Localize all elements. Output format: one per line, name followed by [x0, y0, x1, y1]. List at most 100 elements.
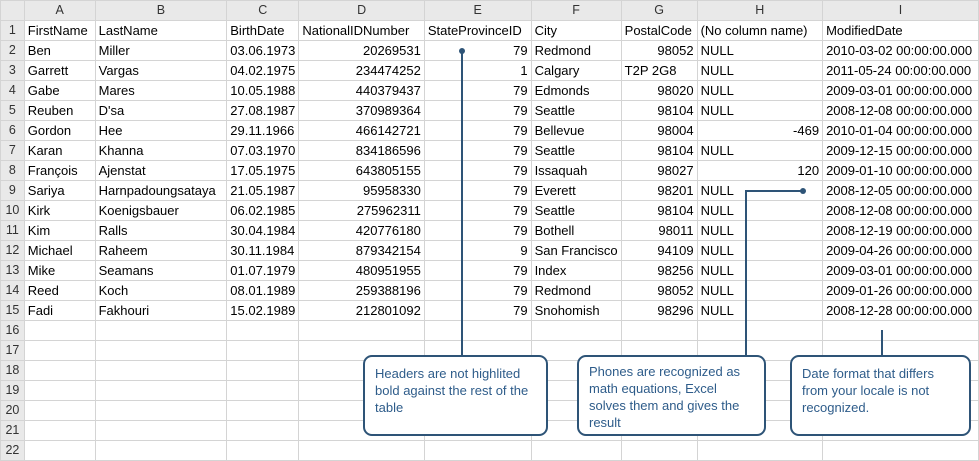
data-cell[interactable]: Koch [94, 280, 228, 301]
data-cell[interactable]: 94109 [620, 240, 698, 261]
data-cell[interactable]: 2010-03-02 00:00:00.000 [822, 40, 979, 61]
data-cell[interactable]: 212801092 [298, 300, 425, 321]
data-cell[interactable]: 15.02.1989 [226, 300, 300, 321]
data-cell[interactable]: 08.01.1989 [226, 280, 300, 301]
row-header[interactable]: 6 [0, 120, 25, 141]
row-header[interactable]: 13 [0, 260, 25, 281]
data-cell[interactable]: 79 [423, 220, 532, 241]
data-cell[interactable]: 2011-05-24 00:00:00.000 [822, 60, 979, 81]
data-cell[interactable]: -469 [696, 120, 824, 141]
empty-cell[interactable] [94, 360, 228, 381]
data-cell[interactable]: 29.11.1966 [226, 120, 300, 141]
data-cell[interactable]: 2009-03-01 00:00:00.000 [822, 260, 979, 281]
column-header-a[interactable]: A [23, 0, 96, 21]
data-cell[interactable]: Ralls [94, 220, 228, 241]
row-header[interactable]: 14 [0, 280, 25, 301]
data-cell[interactable]: 98296 [620, 300, 698, 321]
data-cell[interactable]: 98104 [620, 100, 698, 121]
empty-cell[interactable] [94, 420, 228, 441]
empty-cell[interactable] [226, 400, 300, 421]
column-header-h[interactable]: H [696, 0, 824, 21]
row-header[interactable]: 20 [0, 400, 25, 421]
empty-cell[interactable] [226, 420, 300, 441]
data-cell[interactable]: 2009-03-01 00:00:00.000 [822, 80, 979, 101]
data-cell[interactable]: Sariya [23, 180, 96, 201]
empty-cell[interactable] [620, 320, 698, 341]
data-cell[interactable]: 30.04.1984 [226, 220, 300, 241]
data-cell[interactable]: 79 [423, 160, 532, 181]
data-cell[interactable]: 79 [423, 200, 532, 221]
data-cell[interactable]: 98256 [620, 260, 698, 281]
data-cell[interactable]: Everett [530, 180, 622, 201]
data-cell[interactable]: 2010-01-04 00:00:00.000 [822, 120, 979, 141]
data-cell[interactable]: 79 [423, 40, 532, 61]
header-cell[interactable]: BirthDate [226, 20, 300, 41]
data-cell[interactable]: 79 [423, 260, 532, 281]
data-cell[interactable]: Ajenstat [94, 160, 228, 181]
header-cell[interactable]: PostalCode [620, 20, 698, 41]
column-header-c[interactable]: C [226, 0, 300, 21]
data-cell[interactable]: 21.05.1987 [226, 180, 300, 201]
data-cell[interactable]: Issaquah [530, 160, 622, 181]
data-cell[interactable]: 10.05.1988 [226, 80, 300, 101]
header-cell[interactable]: ModifiedDate [822, 20, 979, 41]
data-cell[interactable]: Mares [94, 80, 228, 101]
column-header-i[interactable]: I [822, 0, 979, 21]
data-cell[interactable]: 9 [423, 240, 532, 261]
row-header[interactable]: 1 [0, 20, 25, 41]
column-header-f[interactable]: F [530, 0, 622, 21]
data-cell[interactable]: 79 [423, 180, 532, 201]
row-header[interactable]: 9 [0, 180, 25, 201]
empty-cell[interactable] [23, 320, 96, 341]
data-cell[interactable]: Kirk [23, 200, 96, 221]
header-cell[interactable]: NationalIDNumber [298, 20, 425, 41]
empty-cell[interactable] [226, 360, 300, 381]
row-header[interactable]: 7 [0, 140, 25, 161]
header-cell[interactable]: FirstName [23, 20, 96, 41]
empty-cell[interactable] [94, 340, 228, 361]
data-cell[interactable]: 834186596 [298, 140, 425, 161]
data-cell[interactable]: 275962311 [298, 200, 425, 221]
data-cell[interactable]: 04.02.1975 [226, 60, 300, 81]
data-cell[interactable]: NULL [696, 280, 824, 301]
data-cell[interactable]: 20269531 [298, 40, 425, 61]
data-cell[interactable]: 95958330 [298, 180, 425, 201]
data-cell[interactable]: Calgary [530, 60, 622, 81]
row-header[interactable]: 17 [0, 340, 25, 361]
empty-cell[interactable] [822, 440, 979, 461]
data-cell[interactable]: 98052 [620, 280, 698, 301]
data-cell[interactable]: Hee [94, 120, 228, 141]
data-cell[interactable]: 98011 [620, 220, 698, 241]
data-cell[interactable]: Harnpadoungsataya [94, 180, 228, 201]
data-cell[interactable]: NULL [696, 260, 824, 281]
header-cell[interactable]: LastName [94, 20, 228, 41]
data-cell[interactable]: Bellevue [530, 120, 622, 141]
empty-cell[interactable] [94, 380, 228, 401]
row-header[interactable]: 8 [0, 160, 25, 181]
data-cell[interactable]: Garrett [23, 60, 96, 81]
data-cell[interactable]: 07.03.1970 [226, 140, 300, 161]
data-cell[interactable]: Miller [94, 40, 228, 61]
data-cell[interactable]: NULL [696, 140, 824, 161]
row-header[interactable]: 4 [0, 80, 25, 101]
empty-cell[interactable] [822, 320, 979, 341]
data-cell[interactable]: 03.06.1973 [226, 40, 300, 61]
row-header[interactable]: 19 [0, 380, 25, 401]
column-header-e[interactable]: E [423, 0, 532, 21]
data-cell[interactable]: 79 [423, 280, 532, 301]
data-cell[interactable]: 480951955 [298, 260, 425, 281]
data-cell[interactable]: Redmond [530, 40, 622, 61]
data-cell[interactable]: 79 [423, 100, 532, 121]
empty-cell[interactable] [696, 320, 824, 341]
empty-cell[interactable] [298, 320, 425, 341]
data-cell[interactable]: 98201 [620, 180, 698, 201]
data-cell[interactable]: NULL [696, 300, 824, 321]
data-cell[interactable]: 2009-12-15 00:00:00.000 [822, 140, 979, 161]
empty-cell[interactable] [620, 440, 698, 461]
data-cell[interactable]: Fakhouri [94, 300, 228, 321]
data-cell[interactable]: 234474252 [298, 60, 425, 81]
data-cell[interactable]: NULL [696, 40, 824, 61]
data-cell[interactable]: Kim [23, 220, 96, 241]
data-cell[interactable]: Index [530, 260, 622, 281]
data-cell[interactable]: 27.08.1987 [226, 100, 300, 121]
